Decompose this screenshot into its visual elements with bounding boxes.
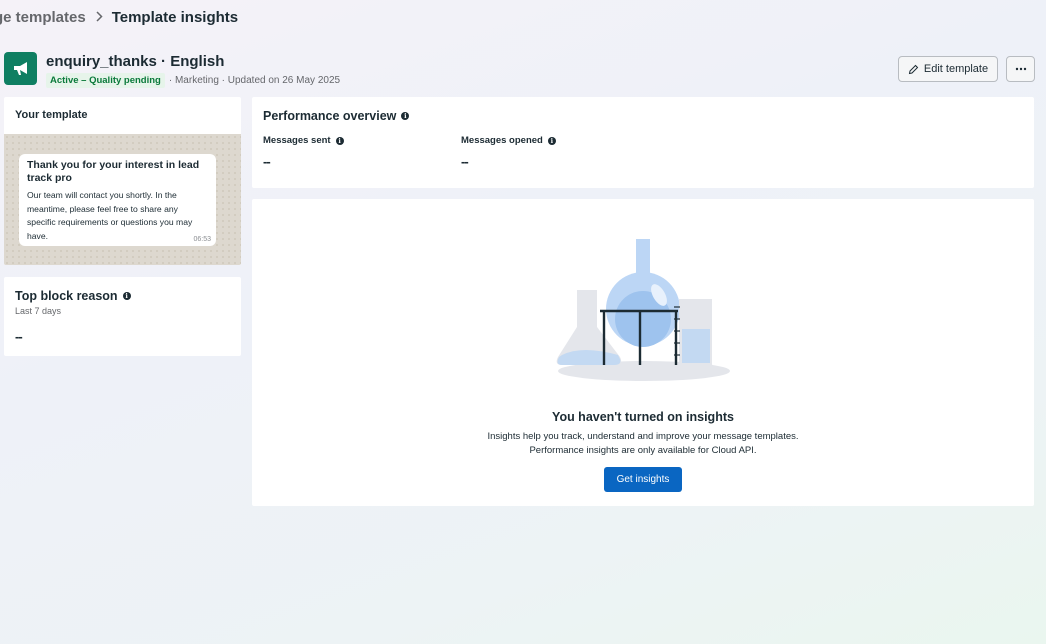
- message-bubble: Thank you for your interest in lead trac…: [19, 154, 216, 246]
- metric-messages-sent: Messages sent i --: [263, 135, 344, 169]
- pencil-icon: [908, 64, 919, 74]
- info-icon[interactable]: i: [401, 112, 410, 120]
- top-block-reason-value: --: [15, 329, 23, 344]
- empty-state-description: Insights help you track, understand and …: [252, 430, 1034, 457]
- performance-overview-title: Performance overview: [263, 109, 397, 123]
- empty-state-title: You haven't turned on insights: [552, 410, 734, 424]
- top-block-reason-title: Top block reason: [15, 289, 118, 303]
- message-time: 06:53: [193, 236, 211, 243]
- lab-flask-illustration: [556, 239, 730, 381]
- metric-value: --: [263, 154, 271, 169]
- template-meta: · Marketing · Updated on 26 May 2025: [168, 75, 341, 86]
- edit-template-button[interactable]: Edit template: [898, 56, 998, 82]
- template-preview-card: Your template Thank you for your interes…: [4, 97, 241, 265]
- empty-state-line-2: Performance insights are only available …: [529, 444, 757, 456]
- breadcrumb-parent-link[interactable]: ge templates: [0, 9, 86, 26]
- info-icon[interactable]: i: [547, 136, 556, 145]
- more-horizontal-icon: [1015, 67, 1026, 71]
- info-icon[interactable]: i: [122, 292, 131, 300]
- performance-overview-card: Performance overview i Messages sent i -…: [252, 97, 1034, 188]
- top-block-reason-period: Last 7 days: [15, 306, 62, 316]
- metric-label: Messages sent: [263, 135, 331, 146]
- metric-value: --: [461, 154, 469, 169]
- page-title: Template insights: [111, 9, 239, 26]
- get-insights-button[interactable]: Get insights: [604, 467, 682, 492]
- status-badge: Active – Quality pending: [46, 73, 165, 88]
- metric-label: Messages opened: [461, 135, 543, 146]
- template-header: enquiry_thanks · English Active – Qualit…: [4, 52, 340, 88]
- chevron-right-icon: [95, 9, 103, 26]
- more-options-button[interactable]: [1006, 56, 1035, 82]
- template-preview-heading: Your template: [15, 109, 88, 121]
- chat-background: Thank you for your interest in lead trac…: [4, 134, 241, 265]
- top-block-reason-card: Top block reason i Last 7 days --: [4, 277, 241, 356]
- metric-messages-opened: Messages opened i --: [461, 135, 556, 169]
- insights-empty-state: You haven't turned on insights Insights …: [252, 199, 1034, 506]
- empty-state-line-1: Insights help you track, understand and …: [487, 431, 799, 442]
- message-title: Thank you for your interest in lead trac…: [27, 159, 200, 184]
- template-name: enquiry_thanks · English: [46, 53, 225, 70]
- info-icon[interactable]: i: [335, 136, 344, 145]
- message-body: Our team will contact you shortly. In th…: [27, 190, 193, 241]
- edit-template-label: Edit template: [923, 63, 989, 75]
- breadcrumb: ge templates Template insights: [0, 9, 238, 26]
- megaphone-icon: [4, 52, 37, 85]
